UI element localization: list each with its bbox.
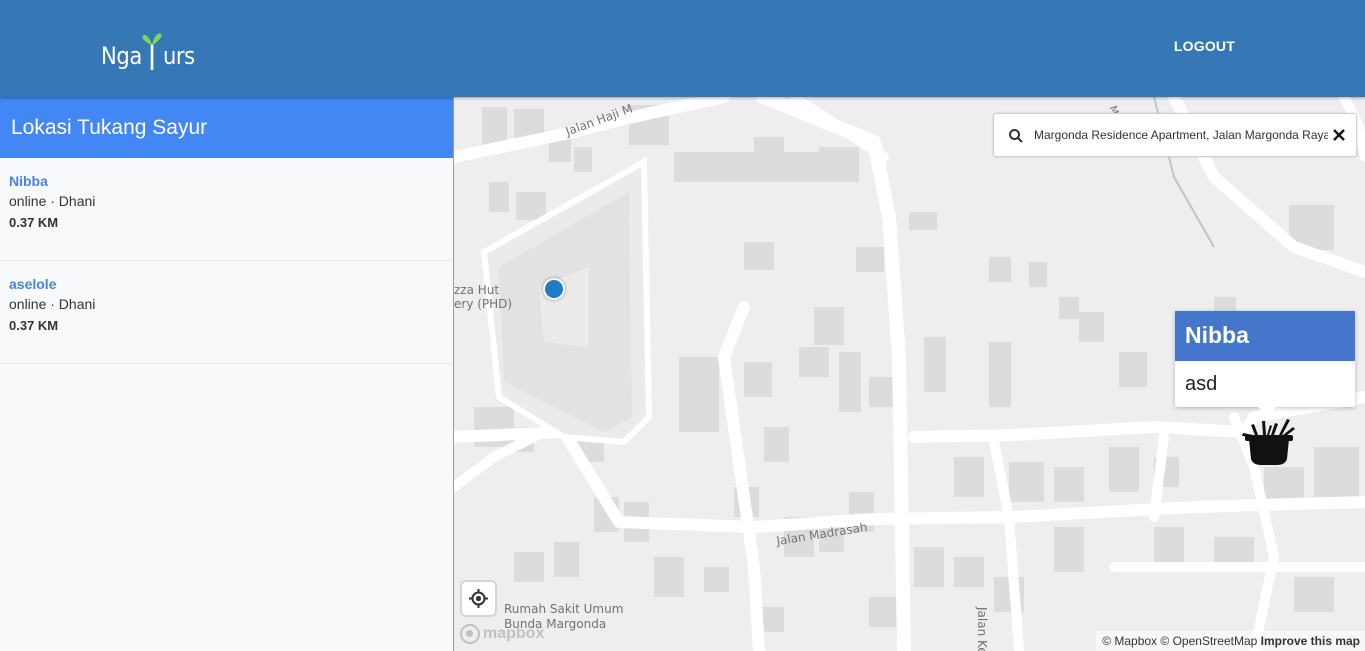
vendor-name[interactable]: Nibba: [9, 172, 444, 190]
popup-tip: [1258, 407, 1276, 416]
search-icon: [1009, 129, 1023, 143]
search-input[interactable]: [1034, 121, 1328, 149]
attribution-osm-link[interactable]: © OpenStreetMap: [1160, 634, 1257, 648]
top-navbar: Nga urs LOGOUT: [0, 0, 1365, 97]
mapbox-logo-icon: [460, 624, 480, 644]
logout-button[interactable]: LOGOUT: [1174, 38, 1235, 54]
brand-logo[interactable]: Nga urs: [101, 24, 195, 70]
geolocate-icon: [469, 589, 488, 608]
vendor-name[interactable]: aselole: [9, 275, 444, 293]
improve-map-link[interactable]: Improve this map: [1261, 634, 1360, 648]
geolocate-button[interactable]: [462, 582, 495, 615]
poi-label: ery (PHD): [454, 297, 513, 311]
popup-title: Nibba: [1175, 311, 1355, 361]
street-label: Jalan Kedoy: [975, 607, 989, 651]
location-search-box[interactable]: [993, 113, 1357, 157]
vendor-sidebar: Lokasi Tukang Sayur Nibba online · Dhani…: [0, 97, 454, 651]
poi-label: zza Hut: [454, 283, 500, 297]
attribution-mapbox-link[interactable]: © Mapbox: [1102, 634, 1157, 648]
mapbox-logo-text: mapbox: [483, 625, 545, 642]
poi-label: Rumah Sakit Umum: [504, 602, 624, 616]
close-icon[interactable]: [1330, 126, 1348, 144]
mapbox-logo[interactable]: mapbox: [460, 623, 544, 645]
vendor-distance: 0.37 KM: [9, 318, 59, 333]
popup-body: asd: [1185, 373, 1218, 395]
vendor-popup: Nibba asd: [1175, 311, 1355, 416]
sidebar-title: Lokasi Tukang Sayur: [0, 97, 453, 158]
vendor-list-item[interactable]: aselole online · Dhani 0.37 KM: [0, 261, 453, 364]
app-root: Nga urs LOGOUT Lokasi Tukang Sayur Nibba…: [0, 0, 1365, 651]
map-canvas[interactable]: Jalan Haji M M zza Hut ery (PHD) Jalan M…: [454, 97, 1365, 651]
sprout-icon: [142, 33, 163, 70]
logo-text-right: urs: [162, 42, 195, 70]
vegetable-basket-icon[interactable]: [1237, 417, 1301, 467]
vendor-distance: 0.37 KM: [9, 215, 59, 230]
vendor-list-item[interactable]: Nibba online · Dhani 0.37 KM: [0, 158, 453, 261]
map-attribution: © Mapbox © OpenStreetMap Improve this ma…: [1096, 631, 1365, 651]
vendor-status: online · Dhani: [9, 193, 96, 209]
vendor-status: online · Dhani: [9, 296, 96, 312]
current-location-marker[interactable]: [543, 278, 565, 300]
logo-text-left: Nga: [101, 42, 142, 70]
